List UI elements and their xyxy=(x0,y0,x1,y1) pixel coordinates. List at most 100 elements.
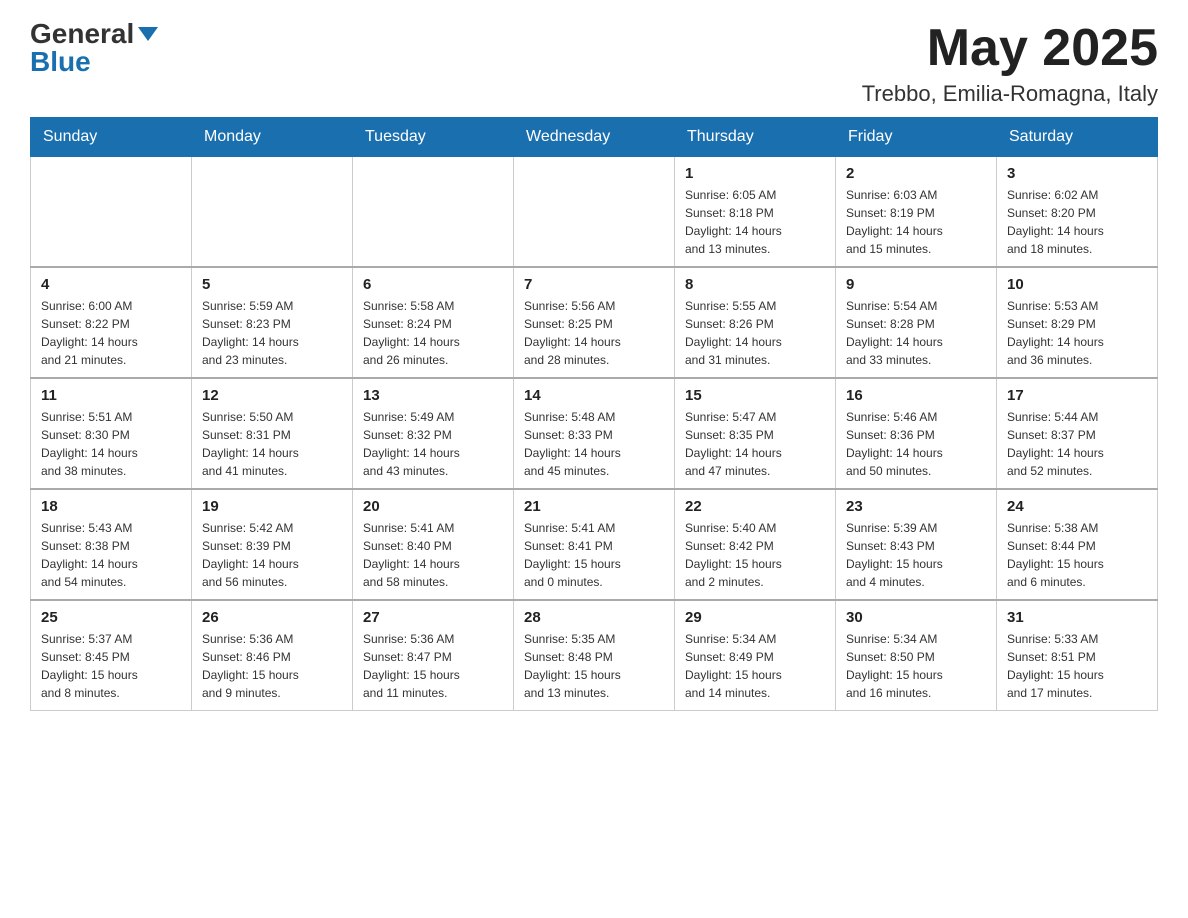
calendar-cell: 22Sunrise: 5:40 AMSunset: 8:42 PMDayligh… xyxy=(675,489,836,600)
day-number: 6 xyxy=(363,276,503,293)
day-number: 23 xyxy=(846,498,986,515)
day-number: 10 xyxy=(1007,276,1147,293)
column-header-saturday: Saturday xyxy=(997,118,1158,157)
calendar-cell: 15 Sunrise: 5:47 AMSunset: 8:35 PMDayligh… xyxy=(675,378,836,489)
day-info: Sunrise: 5:40 AMSunset: 8:42 PMDaylight:… xyxy=(685,519,825,591)
day-info: Sunrise: 5:55 AMSunset: 8:26 PMDaylight:… xyxy=(685,297,825,369)
day-number: 4 xyxy=(41,276,181,293)
column-header-wednesday: Wednesday xyxy=(514,118,675,157)
day-info: Sunrise: 5:53 AMSunset: 8:29 PMDaylight:… xyxy=(1007,297,1147,369)
day-info: Sunrise: 5:36 AMSunset: 8:47 PMDaylight:… xyxy=(363,630,503,702)
day-number: 16 xyxy=(846,387,986,404)
calendar-cell: 8 Sunrise: 5:55 AMSunset: 8:26 PMDaylight… xyxy=(675,267,836,378)
day-info: Sunrise: 5:51 AMSunset: 8:30 PMDaylight:… xyxy=(41,408,181,480)
calendar-cell: 20 Sunrise: 5:41 AMSunset: 8:40 PMDayligh… xyxy=(353,489,514,600)
column-header-thursday: Thursday xyxy=(675,118,836,157)
day-number: 12 xyxy=(202,387,342,404)
month-title: May 2025 xyxy=(862,20,1158,77)
day-number: 24 xyxy=(1007,498,1147,515)
page-header: General Blue May 2025 Trebbo, Emilia-Rom… xyxy=(30,20,1158,107)
day-info: Sunrise: 5:39 AMSunset: 8:43 PMDaylight:… xyxy=(846,519,986,591)
day-info: Sunrise: 5:35 AMSunset: 8:48 PMDaylight:… xyxy=(524,630,664,702)
calendar-cell: 29Sunrise: 5:34 AMSunset: 8:49 PMDayligh… xyxy=(675,600,836,711)
day-info: Sunrise: 5:58 AMSunset: 8:24 PMDaylight:… xyxy=(363,297,503,369)
calendar-cell: 9 Sunrise: 5:54 AMSunset: 8:28 PMDaylight… xyxy=(836,267,997,378)
calendar-cell: 3Sunrise: 6:02 AMSunset: 8:20 PMDaylight… xyxy=(997,157,1158,268)
logo-general-text: General xyxy=(30,20,134,48)
calendar-header-row: SundayMondayTuesdayWednesdayThursdayFrid… xyxy=(31,118,1158,157)
day-number: 29 xyxy=(685,609,825,626)
day-number: 31 xyxy=(1007,609,1147,626)
day-info: Sunrise: 5:43 AMSunset: 8:38 PMDaylight:… xyxy=(41,519,181,591)
calendar-cell xyxy=(31,157,192,268)
calendar-cell: 25 Sunrise: 5:37 AMSunset: 8:45 PMDayligh… xyxy=(31,600,192,711)
day-number: 13 xyxy=(363,387,503,404)
calendar-table: SundayMondayTuesdayWednesdayThursdayFrid… xyxy=(30,117,1158,711)
day-number: 15 xyxy=(685,387,825,404)
day-number: 1 xyxy=(685,165,825,182)
day-number: 28 xyxy=(524,609,664,626)
calendar-week-row: 1 Sunrise: 6:05 AMSunset: 8:18 PMDaylight… xyxy=(31,157,1158,268)
day-info: Sunrise: 5:59 AMSunset: 8:23 PMDaylight:… xyxy=(202,297,342,369)
day-number: 5 xyxy=(202,276,342,293)
day-info: Sunrise: 5:41 AMSunset: 8:40 PMDaylight:… xyxy=(363,519,503,591)
calendar-cell: 23 Sunrise: 5:39 AMSunset: 8:43 PMDayligh… xyxy=(836,489,997,600)
day-number: 18 xyxy=(41,498,181,515)
column-header-monday: Monday xyxy=(192,118,353,157)
day-info: Sunrise: 6:02 AMSunset: 8:20 PMDaylight:… xyxy=(1007,186,1147,258)
calendar-cell: 17 Sunrise: 5:44 AMSunset: 8:37 PMDayligh… xyxy=(997,378,1158,489)
day-info: Sunrise: 5:41 AMSunset: 8:41 PMDaylight:… xyxy=(524,519,664,591)
logo: General Blue xyxy=(30,20,158,76)
day-number: 27 xyxy=(363,609,503,626)
day-info: Sunrise: 6:00 AMSunset: 8:22 PMDaylight:… xyxy=(41,297,181,369)
calendar-cell: 13Sunrise: 5:49 AMSunset: 8:32 PMDayligh… xyxy=(353,378,514,489)
calendar-cell: 27 Sunrise: 5:36 AMSunset: 8:47 PMDayligh… xyxy=(353,600,514,711)
day-info: Sunrise: 5:46 AMSunset: 8:36 PMDaylight:… xyxy=(846,408,986,480)
day-info: Sunrise: 5:36 AMSunset: 8:46 PMDaylight:… xyxy=(202,630,342,702)
day-number: 17 xyxy=(1007,387,1147,404)
calendar-week-row: 25 Sunrise: 5:37 AMSunset: 8:45 PMDayligh… xyxy=(31,600,1158,711)
calendar-cell: 11 Sunrise: 5:51 AMSunset: 8:30 PMDayligh… xyxy=(31,378,192,489)
day-info: Sunrise: 5:54 AMSunset: 8:28 PMDaylight:… xyxy=(846,297,986,369)
day-number: 25 xyxy=(41,609,181,626)
calendar-cell: 19Sunrise: 5:42 AMSunset: 8:39 PMDayligh… xyxy=(192,489,353,600)
day-info: Sunrise: 5:50 AMSunset: 8:31 PMDaylight:… xyxy=(202,408,342,480)
day-number: 8 xyxy=(685,276,825,293)
calendar-cell: 30Sunrise: 5:34 AMSunset: 8:50 PMDayligh… xyxy=(836,600,997,711)
day-info: Sunrise: 5:33 AMSunset: 8:51 PMDaylight:… xyxy=(1007,630,1147,702)
calendar-cell xyxy=(192,157,353,268)
day-info: Sunrise: 5:37 AMSunset: 8:45 PMDaylight:… xyxy=(41,630,181,702)
column-header-friday: Friday xyxy=(836,118,997,157)
day-number: 11 xyxy=(41,387,181,404)
calendar-cell: 16 Sunrise: 5:46 AMSunset: 8:36 PMDayligh… xyxy=(836,378,997,489)
calendar-cell: 18 Sunrise: 5:43 AMSunset: 8:38 PMDayligh… xyxy=(31,489,192,600)
calendar-week-row: 11 Sunrise: 5:51 AMSunset: 8:30 PMDayligh… xyxy=(31,378,1158,489)
day-info: Sunrise: 6:05 AMSunset: 8:18 PMDaylight:… xyxy=(685,186,825,258)
day-info: Sunrise: 5:47 AMSunset: 8:35 PMDaylight:… xyxy=(685,408,825,480)
day-number: 7 xyxy=(524,276,664,293)
day-number: 21 xyxy=(524,498,664,515)
calendar-cell: 21 Sunrise: 5:41 AMSunset: 8:41 PMDayligh… xyxy=(514,489,675,600)
day-info: Sunrise: 5:34 AMSunset: 8:50 PMDaylight:… xyxy=(846,630,986,702)
day-number: 20 xyxy=(363,498,503,515)
day-info: Sunrise: 6:03 AMSunset: 8:19 PMDaylight:… xyxy=(846,186,986,258)
title-section: May 2025 Trebbo, Emilia-Romagna, Italy xyxy=(862,20,1158,107)
day-info: Sunrise: 5:56 AMSunset: 8:25 PMDaylight:… xyxy=(524,297,664,369)
calendar-cell: 1 Sunrise: 6:05 AMSunset: 8:18 PMDaylight… xyxy=(675,157,836,268)
calendar-cell: 31 Sunrise: 5:33 AMSunset: 8:51 PMDayligh… xyxy=(997,600,1158,711)
day-number: 9 xyxy=(846,276,986,293)
day-info: Sunrise: 5:44 AMSunset: 8:37 PMDaylight:… xyxy=(1007,408,1147,480)
calendar-cell xyxy=(514,157,675,268)
calendar-cell: 26 Sunrise: 5:36 AMSunset: 8:46 PMDayligh… xyxy=(192,600,353,711)
day-number: 26 xyxy=(202,609,342,626)
calendar-cell: 5 Sunrise: 5:59 AMSunset: 8:23 PMDaylight… xyxy=(192,267,353,378)
column-header-sunday: Sunday xyxy=(31,118,192,157)
day-number: 19 xyxy=(202,498,342,515)
calendar-cell: 28 Sunrise: 5:35 AMSunset: 8:48 PMDayligh… xyxy=(514,600,675,711)
calendar-cell xyxy=(353,157,514,268)
calendar-cell: 24Sunrise: 5:38 AMSunset: 8:44 PMDayligh… xyxy=(997,489,1158,600)
calendar-cell: 2 Sunrise: 6:03 AMSunset: 8:19 PMDaylight… xyxy=(836,157,997,268)
day-number: 2 xyxy=(846,165,986,182)
calendar-cell: 12 Sunrise: 5:50 AMSunset: 8:31 PMDayligh… xyxy=(192,378,353,489)
location-title: Trebbo, Emilia-Romagna, Italy xyxy=(862,81,1158,107)
